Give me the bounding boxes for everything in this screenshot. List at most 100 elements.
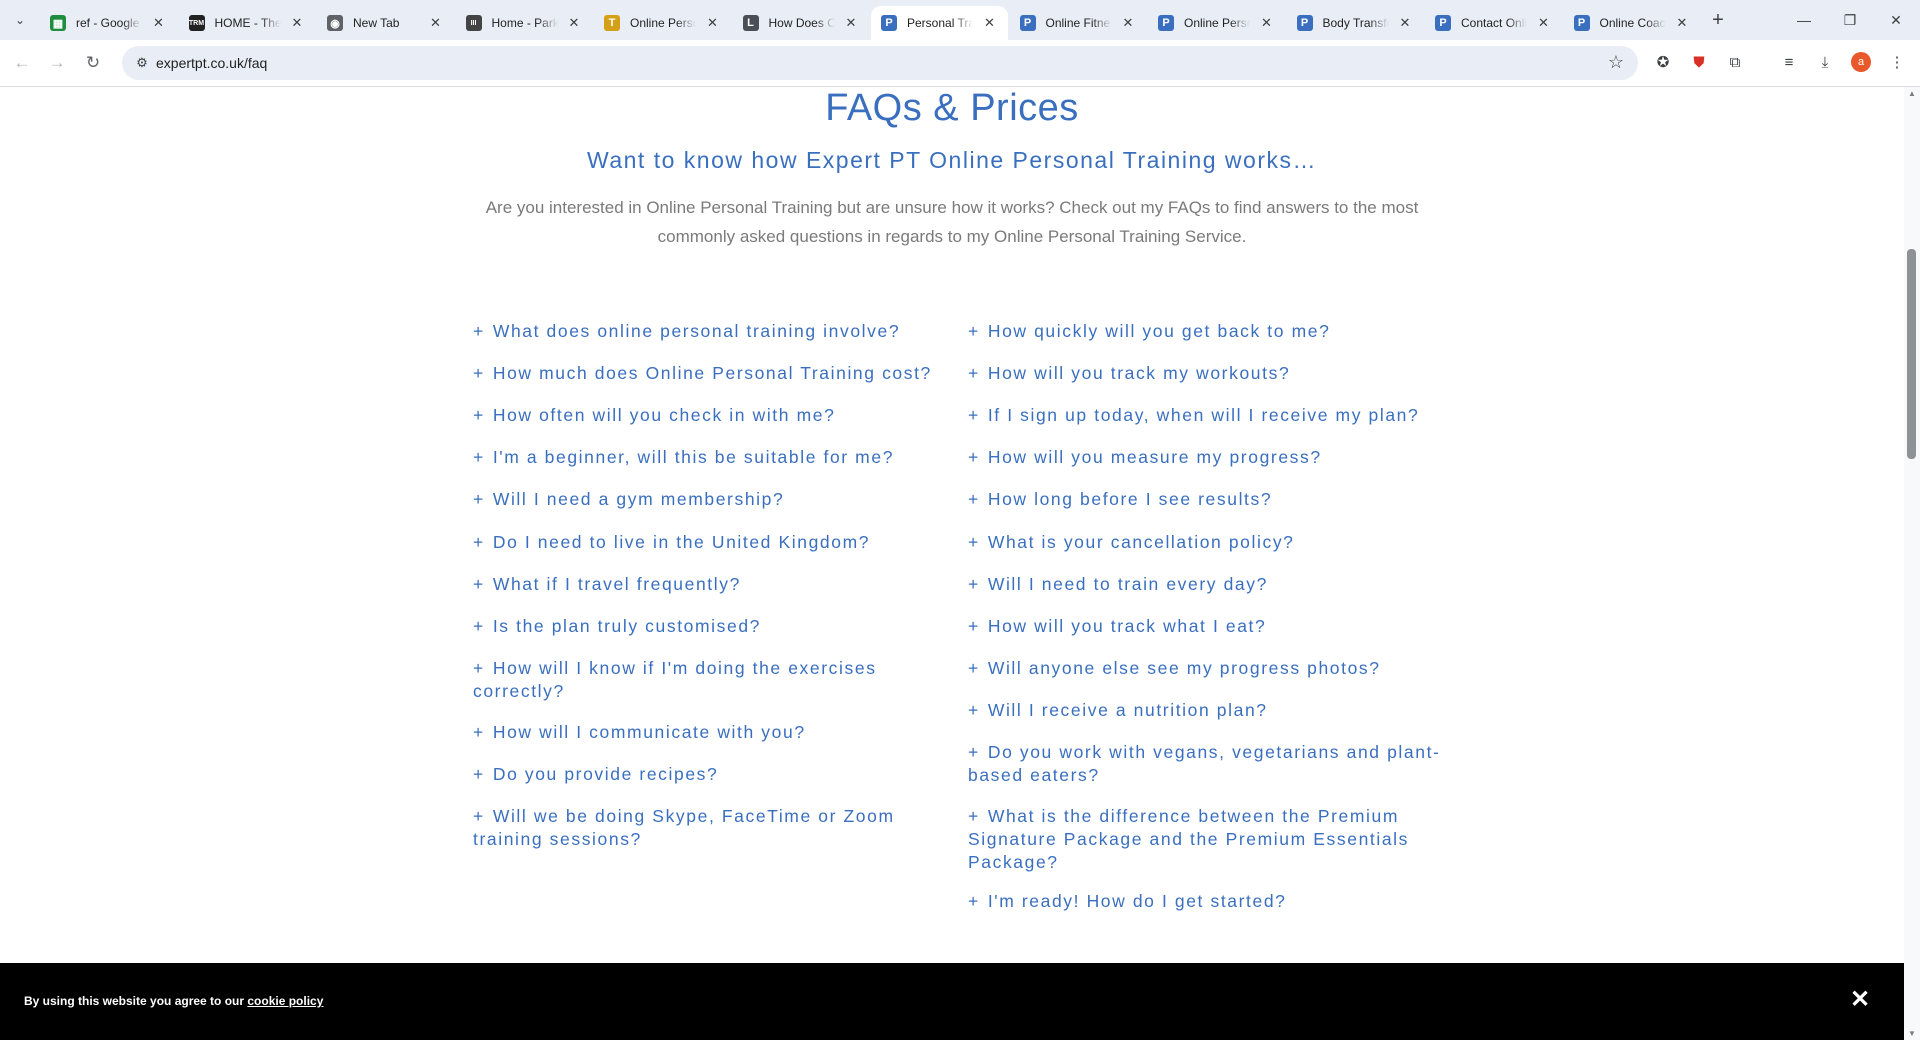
profile-avatar[interactable]: a	[1851, 52, 1871, 72]
faq-question[interactable]: How will you track my workouts?	[988, 363, 1290, 383]
browser-tab[interactable]: P Online Coac ✕	[1564, 6, 1701, 40]
browser-tab[interactable]: TRM HOME - The ✕	[179, 6, 316, 40]
faq-question[interactable]: I'm ready! How do I get started?	[988, 891, 1287, 911]
faq-item[interactable]: + How will you track my workouts?	[968, 362, 1448, 385]
faq-item[interactable]: + How will I know if I'm doing the exerci…	[473, 657, 943, 703]
faq-item[interactable]: + Will anyone else see my progress photos…	[968, 657, 1448, 680]
browser-tab[interactable]: P Personal Tra ✕	[871, 6, 1008, 40]
tab-close-icon[interactable]: ✕	[705, 15, 721, 31]
browser-tab[interactable]: ▦ ref - Google Sheets ✕	[40, 6, 177, 40]
faq-question[interactable]: How will you measure my progress?	[988, 447, 1322, 467]
faq-question[interactable]: How will I communicate with you?	[493, 722, 806, 742]
browser-tab[interactable]: P Contact Onli ✕	[1425, 6, 1562, 40]
faq-item[interactable]: + How quickly will you get back to me?	[968, 320, 1448, 343]
scroll-thumb[interactable]	[1907, 249, 1916, 459]
shield-extension-icon[interactable]: ⛊	[1688, 51, 1710, 73]
browser-tab[interactable]: T Online Perso ✕	[594, 6, 731, 40]
faq-question[interactable]: Will I need a gym membership?	[493, 489, 785, 509]
browser-tab[interactable]: P Online Fitne ✕	[1010, 6, 1147, 40]
faq-question[interactable]: Will we be doing Skype, FaceTime or Zoom…	[473, 806, 895, 849]
faq-item[interactable]: + Do you provide recipes?	[473, 763, 943, 786]
reload-icon[interactable]: ↻	[80, 50, 106, 76]
browser-tab[interactable]: ◉ New Tab ✕	[317, 6, 454, 40]
menu-kebab-icon[interactable]: ⋮	[1886, 51, 1908, 73]
minimize-icon[interactable]: —	[1781, 0, 1827, 40]
faq-question[interactable]: What is your cancellation policy?	[988, 532, 1295, 552]
faq-question[interactable]: How long before I see results?	[988, 489, 1272, 509]
extensions-puzzle-icon[interactable]: ⧉	[1724, 51, 1746, 73]
faq-question[interactable]: Will I need to train every day?	[988, 574, 1268, 594]
faq-question[interactable]: How much does Online Personal Training c…	[493, 363, 932, 383]
faq-question[interactable]: What does online personal training invol…	[493, 321, 900, 341]
faq-item[interactable]: + I'm ready! How do I get started?	[968, 890, 1448, 913]
url-text[interactable]: expertpt.co.uk/faq	[156, 55, 267, 71]
faq-question[interactable]: If I sign up today, when will I receive …	[988, 405, 1420, 425]
tab-close-icon[interactable]: ✕	[1674, 15, 1690, 31]
faq-item[interactable]: + How will you track what I eat?	[968, 615, 1448, 638]
browser-tab[interactable]: L How Does O ✕	[733, 6, 870, 40]
faq-item[interactable]: + What is your cancellation policy?	[968, 531, 1448, 554]
faq-question[interactable]: Will anyone else see my progress photos?	[988, 658, 1381, 678]
browser-tab[interactable]: P Online Perso ✕	[1148, 6, 1285, 40]
faq-item[interactable]: + Will I need a gym membership?	[473, 488, 943, 511]
faq-item[interactable]: + What does online personal training invo…	[473, 320, 943, 343]
tab-close-icon[interactable]: ✕	[1397, 15, 1413, 31]
faq-question[interactable]: Do I need to live in the United Kingdom?	[493, 532, 870, 552]
tab-close-icon[interactable]: ✕	[566, 15, 582, 31]
tab-close-icon[interactable]: ✕	[289, 15, 305, 31]
tab-close-icon[interactable]: ✕	[1536, 15, 1552, 31]
faq-item[interactable]: + What if I travel frequently?	[473, 573, 943, 596]
faq-item[interactable]: + How will you measure my progress?	[968, 446, 1448, 469]
faq-item[interactable]: + Do you work with vegans, vegetarians an…	[968, 741, 1448, 787]
tab-search-icon[interactable]: ⌄	[8, 8, 32, 32]
media-controls-icon[interactable]: ≡	[1778, 51, 1800, 73]
tab-close-icon[interactable]: ✕	[982, 15, 998, 31]
faq-item[interactable]: + Is the plan truly customised?	[473, 615, 943, 638]
faq-question[interactable]: How quickly will you get back to me?	[988, 321, 1331, 341]
scroll-up-icon[interactable]: ▲	[1908, 89, 1916, 98]
faq-question[interactable]: How will I know if I'm doing the exercis…	[473, 658, 877, 701]
faq-item[interactable]: + Will we be doing Skype, FaceTime or Zoo…	[473, 805, 943, 851]
faq-question[interactable]: Do you work with vegans, vegetarians and…	[968, 742, 1440, 785]
faq-item[interactable]: + How long before I see results?	[968, 488, 1448, 511]
tab-close-icon[interactable]: ✕	[428, 15, 444, 31]
extension-icon[interactable]: ✪	[1652, 51, 1674, 73]
cookie-policy-link[interactable]: cookie policy	[247, 994, 323, 1008]
faq-question[interactable]: What if I travel frequently?	[493, 574, 741, 594]
faq-item[interactable]: + Will I need to train every day?	[968, 573, 1448, 596]
faq-question[interactable]: How will you track what I eat?	[988, 616, 1267, 636]
tab-close-icon[interactable]: ✕	[843, 15, 859, 31]
faq-question[interactable]: What is the difference between the Premi…	[968, 806, 1409, 872]
plus-icon: +	[473, 363, 485, 383]
restore-icon[interactable]: ❐	[1827, 0, 1873, 40]
site-info-icon[interactable]: ⚙	[132, 53, 152, 73]
scroll-down-icon[interactable]: ▼	[1908, 1029, 1916, 1038]
address-bar[interactable]: ⚙ expertpt.co.uk/faq ☆	[122, 46, 1638, 80]
new-tab-button[interactable]: +	[1704, 8, 1732, 32]
browser-tab[interactable]: P Body Transfo ✕	[1287, 6, 1424, 40]
faq-question[interactable]: I'm a beginner, will this be suitable fo…	[493, 447, 894, 467]
faq-item[interactable]: + Do I need to live in the United Kingdom…	[473, 531, 943, 554]
window-close-icon[interactable]: ✕	[1873, 0, 1919, 40]
tab-close-icon[interactable]: ✕	[1259, 15, 1275, 31]
faq-item[interactable]: + If I sign up today, when will I receive…	[968, 404, 1448, 427]
faq-question[interactable]: Will I receive a nutrition plan?	[988, 700, 1268, 720]
faq-item[interactable]: + Will I receive a nutrition plan?	[968, 699, 1448, 722]
bookmark-star-icon[interactable]: ☆	[1608, 52, 1624, 73]
faq-item[interactable]: + I'm a beginner, will this be suitable f…	[473, 446, 943, 469]
forward-icon[interactable]: →	[44, 50, 70, 76]
faq-item[interactable]: + How much does Online Personal Training …	[473, 362, 943, 385]
back-icon[interactable]: ←	[9, 50, 35, 76]
cookie-close-icon[interactable]: ✕	[1846, 985, 1874, 1013]
faq-item[interactable]: + How often will you check in with me?	[473, 404, 943, 427]
faq-item[interactable]: + How will I communicate with you?	[473, 721, 943, 744]
downloads-icon[interactable]: ⤓	[1814, 51, 1836, 73]
faq-item[interactable]: + What is the difference between the Prem…	[968, 805, 1448, 874]
page-scrollbar[interactable]: ▲ ▼	[1904, 87, 1920, 1040]
browser-tab[interactable]: III Home - Park ✕	[456, 6, 593, 40]
tab-close-icon[interactable]: ✕	[1120, 15, 1136, 31]
faq-question[interactable]: How often will you check in with me?	[493, 405, 836, 425]
faq-question[interactable]: Do you provide recipes?	[493, 764, 719, 784]
faq-question[interactable]: Is the plan truly customised?	[493, 616, 761, 636]
tab-close-icon[interactable]: ✕	[151, 15, 167, 31]
